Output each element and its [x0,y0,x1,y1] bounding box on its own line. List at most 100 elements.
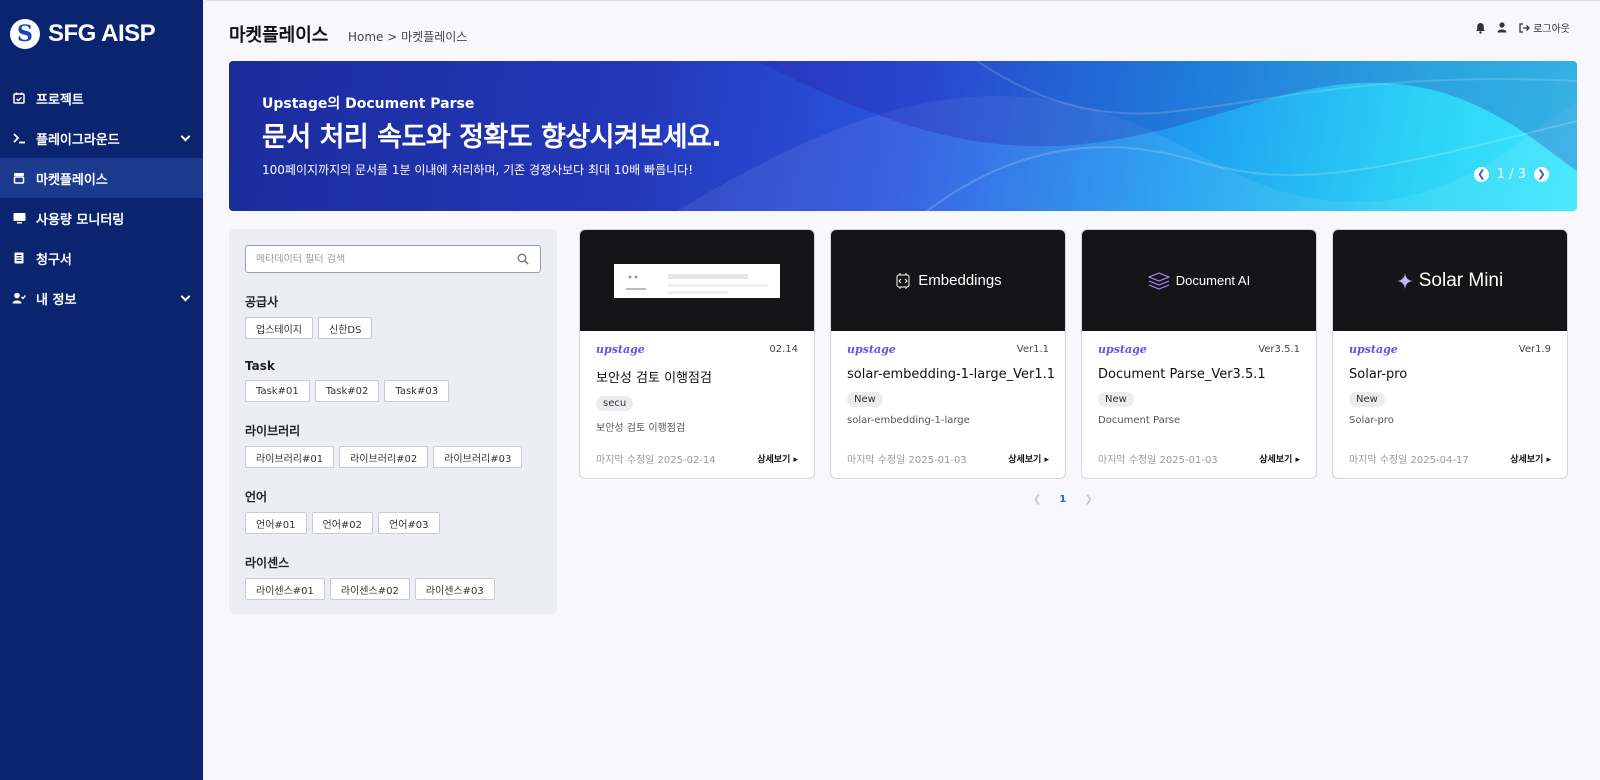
card-description: 보안성 검토 이행점검 [596,423,686,434]
sidebar-item-label: 마켓플레이스 [36,172,108,188]
terminal-icon [12,131,26,145]
sidebar-item-label: 내 정보 [36,292,77,308]
card-thumb-title: Solar Mini [1418,269,1504,291]
card-thumbnail [580,230,814,331]
receipt-icon [12,251,26,265]
filter-chip[interactable]: 라이센스#03 [414,578,495,600]
detail-link[interactable]: 상세보기 ▸ [1510,452,1551,465]
user-check-icon [12,291,26,305]
card-version: 02.14 [769,344,798,355]
card-tag: secu [596,396,634,411]
page-number[interactable]: 1 [1059,494,1066,505]
product-card[interactable]: upstage 02.14 보안성 검토 이행점검 secu 보안성 검토 이행… [579,229,815,479]
filter-group-language: 언어 언어#01 언어#02 언어#03 [245,488,541,534]
sidebar-item-playground[interactable]: 플레이그라운드 [0,118,203,158]
sidebar-item-my-info[interactable]: 내 정보 [0,278,203,318]
chevron-down-icon[interactable] [180,291,191,301]
promo-banner[interactable]: Upstage의 Document Parse 문서 처리 속도와 정확도 향상… [229,61,1577,211]
store-icon [12,171,26,185]
filter-chip[interactable]: Task#03 [384,380,450,402]
filter-group-title: 언어 [245,490,268,504]
card-description: Document Parse [1098,415,1181,426]
bell-icon[interactable] [1474,22,1486,34]
card-version: Ver3.5.1 [1258,344,1300,355]
sidebar: S SFG AISP 프로젝트 플레이그라운드 마켓플레이스 사용량 모니터링 … [0,0,203,780]
filter-chip[interactable]: 업스테이지 [245,317,313,339]
product-card[interactable]: Embeddings upstage Ver1.1 solar-embeddin… [830,229,1066,479]
banner-page-indicator: 1 / 3 [1496,167,1526,182]
logo-text: SFG AISP [48,20,156,47]
search-icon[interactable] [517,252,530,266]
filter-chip[interactable]: 언어#02 [311,512,374,534]
detail-link[interactable]: 상세보기 ▸ [1008,452,1049,465]
page-title: 마켓플레이스 [229,25,329,46]
pagination: ❮ 1 ❯ [1033,494,1093,505]
filter-chip[interactable]: 라이브러리#03 [433,446,523,468]
chip-code-icon [896,272,910,289]
filter-chip[interactable]: Task#01 [245,380,310,402]
sidebar-item-label: 청구서 [36,252,72,268]
card-title: Document Parse_Ver3.5.1 [1098,367,1266,382]
filter-chip[interactable]: 라이센스#02 [329,578,410,600]
filter-group-license: 라이센스 라이센스#01 라이센스#02 라이센스#03 [245,554,541,600]
sparkle-icon [1396,272,1413,289]
filter-search-input[interactable] [256,253,517,265]
stack-layers-icon [1147,271,1170,290]
product-card[interactable]: Document AI upstage Ver3.5.1 Document Pa… [1081,229,1317,479]
card-modified-date: 마지막 수정일 2025-01-03 [847,455,967,466]
card-description: Solar-pro [1349,415,1394,426]
filter-group-title: 공급사 [245,295,279,309]
chevron-left-icon[interactable]: ❮ [1033,494,1041,505]
filter-group-task: Task Task#01 Task#02 Task#03 [245,359,541,402]
user-icon[interactable] [1496,22,1508,34]
filter-group-library: 라이브러리 라이브러리#01 라이브러리#02 라이브러리#03 [245,422,541,468]
card-title: 보안성 검토 이행점검 [596,371,712,386]
filter-group-title: 라이센스 [245,556,290,570]
banner-description: 100페이지까지의 문서를 1분 이내에 처리하며, 기존 경쟁사보다 최대 1… [262,163,694,177]
logout-label: 로그아웃 [1533,24,1570,35]
card-title: Solar-pro [1349,367,1408,382]
sidebar-item-usage-monitoring[interactable]: 사용량 모니터링 [0,198,203,238]
filter-chip[interactable]: 언어#01 [245,512,307,534]
chevron-right-icon[interactable]: ❯ [1534,167,1549,182]
filter-chip[interactable]: Task#02 [314,380,380,402]
card-tag: New [1098,392,1134,407]
chevron-right-icon[interactable]: ❯ [1084,494,1092,505]
sidebar-item-project[interactable]: 프로젝트 [0,78,203,118]
filter-chip[interactable]: 라이브러리#01 [245,446,335,468]
card-thumb-title: Embeddings [918,272,1002,289]
sidebar-item-invoice[interactable]: 청구서 [0,238,203,278]
product-card[interactable]: Solar Mini upstage Ver1.9 Solar-pro New … [1332,229,1568,479]
card-thumbnail: Solar Mini [1333,230,1567,331]
main-content: 마켓플레이스 Home > 마켓플레이스 로그아웃 Upstage의 Docum… [203,0,1600,780]
sidebar-item-label: 플레이그라운드 [36,132,120,148]
banner-kicker: Upstage의 Document Parse [262,96,475,112]
monitor-icon [12,211,26,225]
banner-wave-graphic [677,61,1577,211]
card-modified-date: 마지막 수정일 2025-04-17 [1349,455,1469,466]
detail-link[interactable]: 상세보기 ▸ [757,452,798,465]
card-thumb-title: Document AI [1175,273,1251,288]
filter-chip[interactable]: 라이센스#01 [245,578,325,600]
sidebar-item-marketplace[interactable]: 마켓플레이스 [0,158,203,198]
detail-link[interactable]: 상세보기 ▸ [1259,452,1300,465]
sidebar-nav: 프로젝트 플레이그라운드 마켓플레이스 사용량 모니터링 청구서 내 정보 [0,78,203,318]
filter-chip[interactable]: 신한DS [318,317,373,339]
filter-chip[interactable]: 언어#03 [378,512,440,534]
sidebar-item-label: 프로젝트 [36,92,84,108]
banner-pager: ❮ 1 / 3 ❯ [1473,167,1549,182]
vendor-logo: upstage [847,343,896,356]
logo-icon: S [10,19,40,49]
vendor-logo: upstage [596,343,645,356]
filter-chip[interactable]: 라이브러리#02 [339,446,429,468]
card-tag: New [1349,392,1385,407]
card-tag: New [847,392,883,407]
document-screenshot-thumbnail [614,263,780,298]
card-modified-date: 마지막 수정일 2025-01-03 [1098,455,1218,466]
chevron-left-icon[interactable]: ❮ [1473,167,1489,182]
filter-group-vendor: 공급사 업스테이지 신한DS [245,293,541,339]
chevron-down-icon[interactable] [180,131,191,141]
app-logo[interactable]: S SFG AISP [0,0,203,68]
logout-button[interactable]: 로그아웃 [1518,20,1570,35]
card-thumbnail: Document AI [1082,230,1316,331]
